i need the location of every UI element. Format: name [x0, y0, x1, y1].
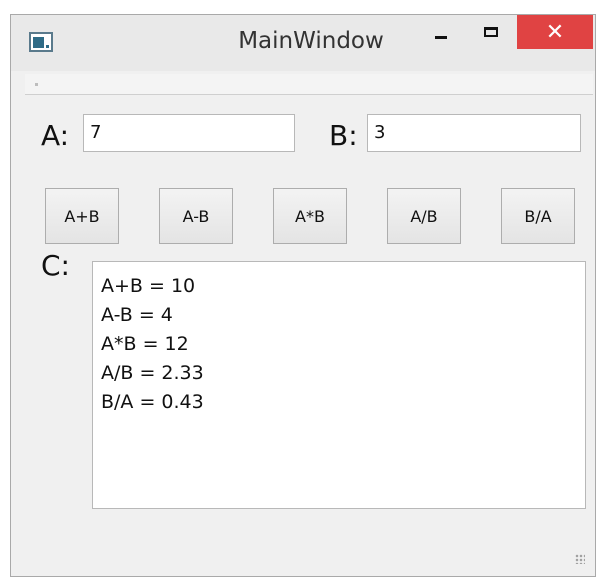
- minimize-button[interactable]: [423, 15, 459, 45]
- main-window: MainWindow ✕ A: 7 B: 3 A+B A-B A*B A/B B…: [10, 14, 596, 577]
- subtract-button[interactable]: A-B: [159, 188, 233, 244]
- b-input[interactable]: 3: [367, 114, 581, 152]
- resize-grip-icon[interactable]: [575, 554, 585, 564]
- window-title: MainWindow: [238, 28, 384, 54]
- close-button[interactable]: ✕: [517, 15, 593, 49]
- result-line: A-B = 4: [101, 304, 173, 326]
- result-textbox[interactable]: A+B = 10 A-B = 4 A*B = 12 A/B = 2.33 B/A…: [92, 261, 586, 509]
- title-bar[interactable]: MainWindow ✕: [11, 15, 595, 71]
- maximize-icon: [484, 27, 498, 37]
- a-label: A:: [41, 119, 70, 152]
- minimize-icon: [435, 35, 447, 39]
- menu-grip: [35, 83, 38, 86]
- b-label: B:: [329, 119, 358, 152]
- menu-bar: [25, 74, 593, 95]
- close-icon: ✕: [545, 19, 565, 45]
- c-label: C:: [41, 249, 70, 282]
- result-line: B/A = 0.43: [101, 391, 204, 413]
- result-line: A+B = 10: [101, 275, 196, 297]
- result-line: A/B = 2.33: [101, 362, 204, 384]
- divide-b-by-a-button[interactable]: B/A: [501, 188, 575, 244]
- add-button[interactable]: A+B: [45, 188, 119, 244]
- maximize-button[interactable]: [473, 15, 509, 45]
- multiply-button[interactable]: A*B: [273, 188, 347, 244]
- a-input[interactable]: 7: [83, 114, 295, 152]
- result-line: A*B = 12: [101, 333, 189, 355]
- divide-a-by-b-button[interactable]: A/B: [387, 188, 461, 244]
